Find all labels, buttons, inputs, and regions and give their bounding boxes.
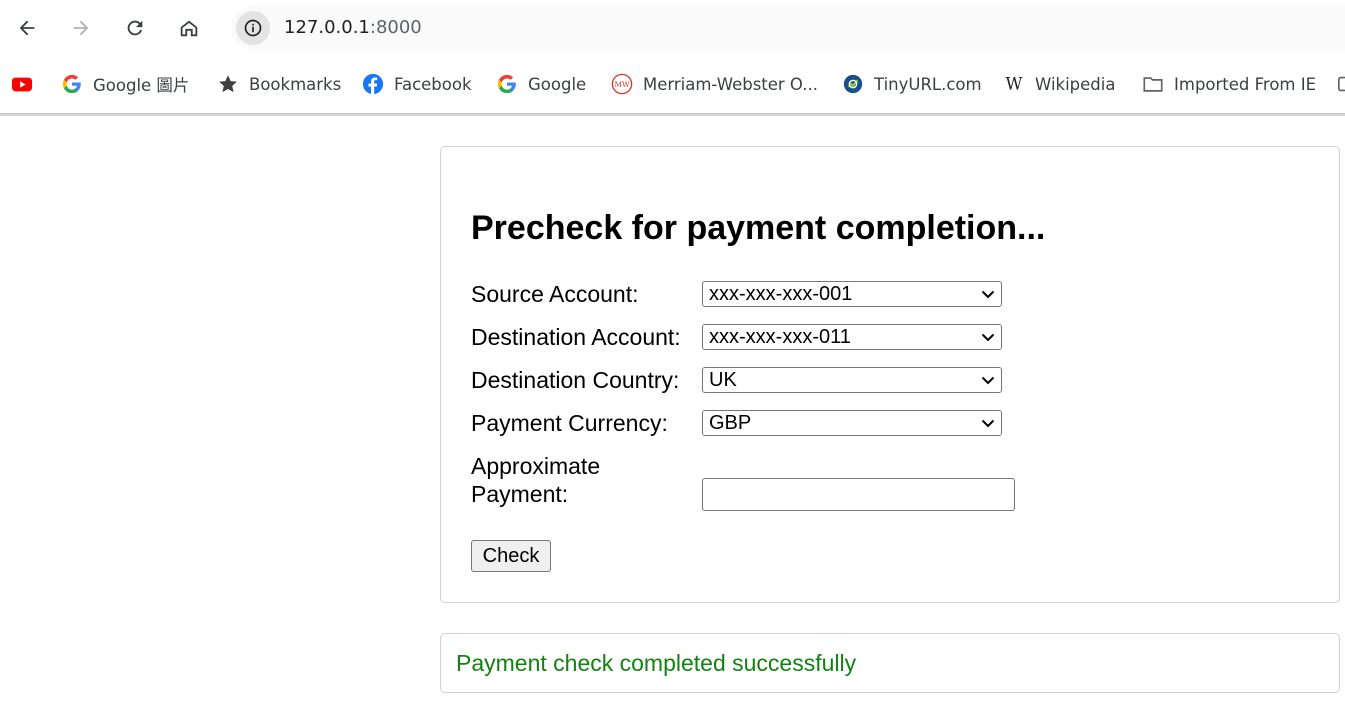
- reload-button[interactable]: [117, 10, 153, 46]
- bookmark-label: Facebook: [394, 74, 472, 94]
- payment-currency-label: Payment Currency:: [471, 410, 668, 436]
- payment-currency-select[interactable]: GBP: [702, 410, 1002, 436]
- bookmark-google-images[interactable]: Google 圖片: [61, 71, 189, 97]
- home-button[interactable]: [171, 10, 207, 46]
- bookmark-google[interactable]: Google: [496, 71, 586, 97]
- source-account-select[interactable]: xxx-xxx-xxx-001: [702, 281, 1002, 307]
- reload-icon: [127, 20, 143, 36]
- bookmark-label: TinyURL.com: [874, 74, 982, 94]
- chevron-down-icon: [981, 290, 995, 299]
- url-port: :8000: [369, 17, 422, 38]
- back-button[interactable]: [9, 10, 45, 46]
- forward-button[interactable]: [63, 10, 99, 46]
- browser-toolbar: 127.0.0.1:8000: [0, 0, 1345, 57]
- page-title: Precheck for payment completion...: [471, 209, 1046, 247]
- folder-icon: [1337, 73, 1345, 95]
- precheck-form-card: Precheck for payment completion... Sourc…: [440, 146, 1340, 603]
- bookmark-bookmarks[interactable]: Bookmarks: [217, 71, 341, 97]
- result-message: Payment check completed successfully: [456, 650, 857, 676]
- bookmark-youtube[interactable]: [11, 71, 43, 97]
- svg-text:W: W: [1006, 75, 1023, 94]
- bookmark-overflow-partial[interactable]: [1337, 71, 1345, 97]
- destination-country-value: UK: [709, 369, 737, 391]
- approximate-payment-input[interactable]: [702, 478, 1015, 511]
- chevron-down-icon: [981, 376, 995, 385]
- bookmark-label: Bookmarks: [249, 74, 342, 94]
- back-arrow-icon: [19, 20, 35, 36]
- chevron-down-icon: [981, 419, 995, 428]
- source-account-value: xxx-xxx-xxx-001: [709, 283, 853, 305]
- bookmark-folder-imported-from-ie[interactable]: Imported From IE: [1142, 71, 1316, 97]
- tinyurl-icon: [842, 73, 864, 95]
- star-icon: [217, 73, 239, 95]
- destination-country-select[interactable]: UK: [702, 367, 1002, 393]
- toolbar-divider: [0, 114, 1345, 116]
- approximate-payment-label-line2: Payment:: [471, 481, 569, 507]
- forward-arrow-icon: [73, 20, 89, 36]
- merriam-webster-icon: MW: [611, 73, 633, 95]
- bookmark-label: Wikipedia: [1035, 74, 1116, 94]
- destination-account-value: xxx-xxx-xxx-011: [709, 326, 851, 348]
- url-host: 127.0.0.1: [284, 17, 370, 38]
- result-panel: Payment check completed successfully: [440, 633, 1340, 693]
- source-account-label: Source Account:: [471, 281, 639, 307]
- bookmark-label: Google: [528, 74, 587, 94]
- home-icon: [180, 20, 198, 37]
- facebook-icon: [362, 73, 384, 95]
- check-button[interactable]: Check: [471, 540, 551, 572]
- approximate-payment-label-line1: Approximate: [471, 453, 601, 479]
- folder-icon: [1142, 73, 1164, 95]
- destination-account-label: Destination Account:: [471, 324, 681, 350]
- bookmark-tinyurl[interactable]: TinyURL.com: [842, 71, 982, 97]
- bookmark-label: Imported From IE: [1174, 74, 1317, 94]
- google-icon: [61, 73, 83, 95]
- bookmark-label: Merriam-Webster O...: [643, 74, 818, 94]
- google-icon: [496, 73, 518, 95]
- destination-account-select[interactable]: xxx-xxx-xxx-011: [702, 324, 1002, 350]
- url-text: 127.0.0.1:8000: [284, 17, 422, 38]
- bookmarks-bar: Google 圖片 Bookmarks Facebook Google MW M…: [0, 57, 1345, 114]
- wikipedia-icon: W: [1003, 73, 1025, 95]
- address-bar[interactable]: 127.0.0.1:8000: [232, 5, 1345, 51]
- svg-text:MW: MW: [614, 80, 630, 89]
- bookmark-facebook[interactable]: Facebook: [362, 71, 472, 97]
- bookmark-label: Google 圖片: [93, 76, 190, 95]
- approximate-payment-label: Approximate Payment:: [471, 452, 600, 508]
- destination-country-label: Destination Country:: [471, 367, 680, 393]
- payment-currency-value: GBP: [709, 412, 752, 434]
- youtube-icon: [11, 73, 33, 95]
- chevron-down-icon: [981, 333, 995, 342]
- info-icon: [244, 19, 262, 37]
- bookmark-wikipedia[interactable]: W Wikipedia: [1003, 71, 1116, 97]
- bookmark-merriam-webster[interactable]: MW Merriam-Webster O...: [611, 71, 818, 97]
- site-info-button[interactable]: [236, 11, 270, 45]
